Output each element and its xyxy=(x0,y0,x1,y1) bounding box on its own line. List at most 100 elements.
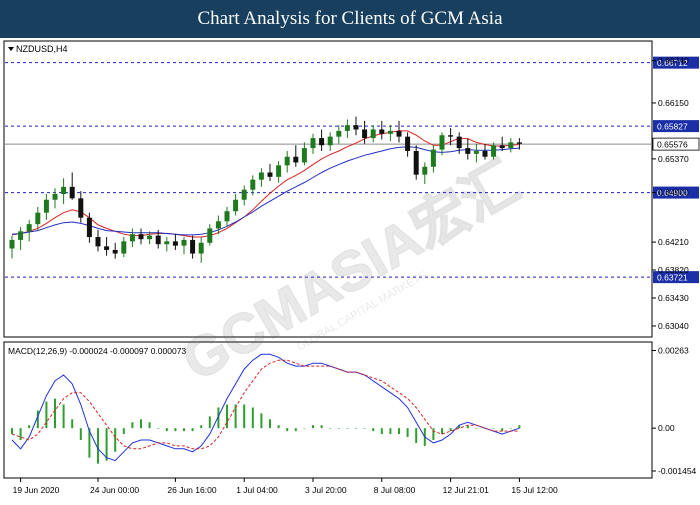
candle-body xyxy=(413,150,419,175)
candle-body xyxy=(508,142,514,149)
macd-histogram-bar xyxy=(105,428,108,461)
price-tick-label: 0.64210 xyxy=(658,237,689,247)
candle-body xyxy=(104,246,110,250)
price-tick-label: 0.65370 xyxy=(658,154,689,164)
candle-body xyxy=(396,130,402,137)
macd-panel-title: MACD(12,26,9) -0.000024 -0.000097 0.0000… xyxy=(8,346,186,356)
candle-body xyxy=(516,142,522,144)
candle-body xyxy=(215,221,221,229)
candle-body xyxy=(430,149,436,167)
candle-body xyxy=(465,148,471,154)
price-tick-label: 0.66740 xyxy=(658,56,689,66)
candle-body xyxy=(155,235,161,245)
macd-histogram-bar xyxy=(140,419,142,429)
macd-histogram-bar xyxy=(518,425,521,429)
candle-body xyxy=(18,231,24,240)
price-tick-label: 0.63040 xyxy=(658,321,689,331)
candle-body xyxy=(224,211,230,222)
header-title: Chart Analysis for Clients of GCM Asia xyxy=(197,8,503,29)
candle-body xyxy=(327,136,333,146)
macd-tick-label: 0.00 xyxy=(658,423,675,433)
candle-body xyxy=(69,186,75,199)
macd-histogram-bar xyxy=(294,428,297,432)
time-tick-label: 12 Jul 21:01 xyxy=(443,485,490,495)
candle-body xyxy=(86,217,92,238)
macd-histogram-bar xyxy=(114,428,117,452)
macd-histogram-bar xyxy=(19,428,22,440)
macd-histogram-bar xyxy=(380,428,383,435)
macd-histogram-bar xyxy=(363,428,366,429)
candle-body xyxy=(207,228,213,243)
price-tick-label: 0.64900 xyxy=(658,188,689,198)
time-tick-label: 19 Jun 2020 xyxy=(13,485,60,495)
candle-body xyxy=(301,148,307,163)
candle-body xyxy=(276,165,282,177)
price-tick-label: 0.63430 xyxy=(658,293,689,303)
candle-body xyxy=(379,129,385,134)
chart-header: Chart Analysis for Clients of GCM Asia xyxy=(0,0,700,38)
macd-histogram-bar xyxy=(183,428,185,432)
macd-histogram-bar xyxy=(71,419,74,429)
macd-histogram-bar xyxy=(320,425,323,429)
macd-histogram-bar xyxy=(200,425,203,429)
macd-histogram-bar xyxy=(509,428,512,429)
candle-body xyxy=(319,138,325,146)
macd-histogram-bar xyxy=(243,404,246,429)
time-tick-label: 15 Jul 12:00 xyxy=(511,485,558,495)
macd-histogram-bar xyxy=(97,428,99,464)
candle-body xyxy=(52,194,58,200)
macd-histogram-bar xyxy=(62,404,65,429)
macd-histogram-bar xyxy=(54,398,56,429)
macd-panel-border xyxy=(3,341,653,479)
macd-histogram-bar xyxy=(277,425,280,429)
candle-body xyxy=(293,156,299,163)
candle-body xyxy=(35,212,41,225)
macd-histogram-bar xyxy=(122,428,125,435)
time-tick-label: 3 Jul 20:00 xyxy=(305,485,347,495)
macd-histogram-bar xyxy=(157,428,160,429)
macd-histogram-bar xyxy=(79,428,82,440)
chart-frame: GCMASIA宏汇 GLOBAL CAPITAL MARKETS 0.66712… xyxy=(0,38,700,500)
macd-histogram-bar xyxy=(303,428,306,429)
macd-histogram-bar xyxy=(148,422,151,429)
candle-body xyxy=(112,249,118,254)
candle-body xyxy=(129,234,135,242)
candle-body xyxy=(284,156,290,166)
price-tick-label: 0.66150 xyxy=(658,98,689,108)
candle-body xyxy=(172,241,178,246)
macd-tick-label: 0.00263 xyxy=(658,345,689,355)
price-panel-title: NZDUSD,H4 xyxy=(16,44,68,54)
time-tick-label: 24 Jun 00:00 xyxy=(90,485,139,495)
macd-histogram-bar xyxy=(45,401,48,429)
macd-histogram-bar xyxy=(346,428,349,429)
candle-body xyxy=(370,129,376,139)
candle-body xyxy=(198,242,204,254)
candle-body xyxy=(267,172,273,177)
macd-histogram-bar xyxy=(398,428,400,435)
macd-histogram-bar xyxy=(449,428,452,432)
candle-body xyxy=(9,239,15,249)
macd-histogram-bar xyxy=(36,410,39,429)
macd-histogram-bar xyxy=(355,428,357,429)
candle-body xyxy=(164,241,170,245)
candle-body xyxy=(26,224,32,232)
candle-body xyxy=(482,150,488,157)
macd-histogram-bar xyxy=(131,422,134,429)
candle-body xyxy=(405,136,411,151)
macd-histogram-bar xyxy=(28,425,31,429)
time-tick-label: 8 Jul 08:00 xyxy=(374,485,416,495)
candle-body xyxy=(310,138,316,149)
candle-body xyxy=(147,235,153,240)
macd-histogram-bar xyxy=(286,428,289,432)
macd-histogram-bar xyxy=(208,416,211,429)
candle-body xyxy=(233,199,239,212)
macd-histogram-bar xyxy=(165,428,168,432)
candle-body xyxy=(258,172,264,180)
candle-body xyxy=(241,189,247,200)
candle-body xyxy=(121,241,127,254)
macd-histogram-bar xyxy=(492,428,495,429)
trading-chart[interactable]: GCMASIA宏汇 GLOBAL CAPITAL MARKETS 0.66712… xyxy=(0,38,700,500)
candle-body xyxy=(456,136,462,149)
macd-histogram-bar xyxy=(389,428,392,435)
macd-histogram-bar xyxy=(174,428,177,432)
